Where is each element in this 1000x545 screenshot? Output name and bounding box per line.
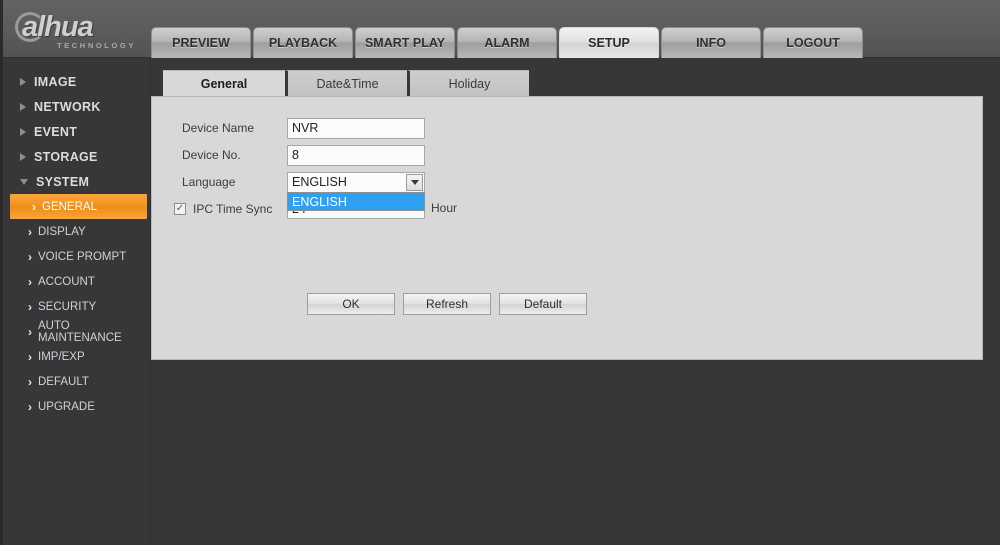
ipc-time-sync-row: ✓ IPC Time Sync	[174, 198, 272, 220]
nav-tab-setup[interactable]: SETUP	[559, 27, 659, 58]
header-bar: alhua TECHNOLOGY PREVIEW PLAYBACK SMART …	[3, 0, 1000, 58]
sidebar-item-general[interactable]: › GENERAL	[10, 194, 147, 219]
dahua-logo: alhua TECHNOLOGY	[15, 10, 147, 50]
language-select-value: ENGLISH	[292, 175, 347, 189]
sidebar-group-label: SYSTEM	[36, 174, 90, 189]
triangle-right-icon	[20, 152, 26, 161]
tab-holiday[interactable]: Holiday	[407, 70, 529, 97]
tab-date-time[interactable]: Date&Time	[285, 70, 407, 97]
language-dropdown-list[interactable]: ENGLISH	[287, 192, 425, 211]
chevron-right-icon: ›	[32, 199, 36, 214]
triangle-right-icon	[20, 127, 26, 136]
sidebar-item-label: VOICE PROMPT	[38, 250, 127, 263]
chevron-right-icon: ›	[28, 299, 32, 314]
sidebar-group-system[interactable]: SYSTEM	[6, 169, 150, 194]
nav-tab-logout[interactable]: LOGOUT	[763, 27, 863, 58]
sidebar-group-image[interactable]: IMAGE	[6, 69, 150, 94]
sidebar-item-label: GENERAL	[42, 200, 97, 213]
default-button[interactable]: Default	[499, 293, 587, 315]
chevron-right-icon: ›	[28, 249, 32, 264]
ipc-time-sync-label: IPC Time Sync	[193, 202, 273, 216]
sidebar-item-default[interactable]: › DEFAULT	[6, 369, 150, 394]
ipc-time-sync-checkbox-wrap[interactable]: ✓ IPC Time Sync	[174, 202, 272, 216]
device-no-input[interactable]	[287, 144, 425, 166]
sidebar-item-label: IMP/EXP	[38, 350, 85, 363]
dropdown-option-english[interactable]: ENGLISH	[288, 193, 424, 210]
nav-tab-smart-play[interactable]: SMART PLAY	[355, 27, 455, 58]
sidebar-item-label: DEFAULT	[38, 375, 89, 388]
settings-tabs: General Date&Time Holiday	[163, 70, 529, 97]
sidebar-item-display[interactable]: › DISPLAY	[6, 219, 150, 244]
device-name-input[interactable]	[287, 117, 425, 139]
logo-wordmark: alhua	[22, 11, 94, 43]
sidebar-item-voice-prompt[interactable]: › VOICE PROMPT	[6, 244, 150, 269]
nav-tab-alarm[interactable]: ALARM	[457, 27, 557, 58]
triangle-right-icon	[20, 77, 26, 86]
sidebar-item-account[interactable]: › ACCOUNT	[6, 269, 150, 294]
sidebar-group-event[interactable]: EVENT	[6, 119, 150, 144]
triangle-right-icon	[20, 102, 26, 111]
triangle-down-icon	[20, 178, 28, 185]
language-row: Language ENGLISH	[182, 171, 425, 193]
chevron-right-icon: ›	[28, 349, 32, 364]
sidebar-item-label: ACCOUNT	[38, 275, 95, 288]
ok-button[interactable]: OK	[307, 293, 395, 315]
device-no-row: Device No.	[182, 144, 425, 166]
action-buttons: OK Refresh Default	[307, 293, 595, 315]
main-navigation: PREVIEW PLAYBACK SMART PLAY ALARM SETUP …	[151, 27, 865, 58]
chevron-right-icon: ›	[28, 399, 32, 414]
nav-tab-info[interactable]: INFO	[661, 27, 761, 58]
tab-general[interactable]: General	[163, 70, 285, 97]
nav-tab-preview[interactable]: PREVIEW	[151, 27, 251, 58]
chevron-right-icon: ›	[28, 224, 32, 239]
language-select[interactable]: ENGLISH	[287, 171, 425, 193]
chevron-right-icon: ›	[28, 374, 32, 389]
device-name-row: Device Name	[182, 117, 425, 139]
sidebar-item-security[interactable]: › SECURITY	[6, 294, 150, 319]
sidebar-item-auto-maintenance[interactable]: › AUTO MAINTENANCE	[6, 319, 150, 344]
sidebar-group-label: IMAGE	[34, 74, 77, 89]
sidebar: IMAGE NETWORK EVENT STORAGE SYSTEM › GEN…	[6, 58, 151, 545]
sidebar-item-label: AUTO MAINTENANCE	[38, 319, 122, 344]
sidebar-group-label: NETWORK	[34, 99, 101, 114]
chevron-down-icon[interactable]	[406, 173, 423, 191]
refresh-button[interactable]: Refresh	[403, 293, 491, 315]
hour-label: Hour	[431, 201, 458, 215]
content-area: General Date&Time Holiday Device Name De…	[151, 58, 1000, 545]
general-settings-panel: Device Name Device No. Language ENGLISH …	[151, 96, 983, 360]
sidebar-group-storage[interactable]: STORAGE	[6, 144, 150, 169]
device-no-label: Device No.	[182, 148, 241, 162]
logo-tagline: TECHNOLOGY	[57, 41, 136, 50]
sidebar-item-imp-exp[interactable]: › IMP/EXP	[6, 344, 150, 369]
sidebar-item-label: DISPLAY	[38, 225, 86, 238]
device-name-label: Device Name	[182, 121, 255, 135]
sidebar-group-label: EVENT	[34, 124, 78, 139]
chevron-right-icon: ›	[28, 274, 32, 289]
nav-tab-playback[interactable]: PLAYBACK	[253, 27, 353, 58]
sidebar-group-label: STORAGE	[34, 149, 98, 164]
checkbox-checked-icon[interactable]: ✓	[174, 203, 186, 215]
sidebar-item-label: SECURITY	[38, 300, 97, 313]
sidebar-group-network[interactable]: NETWORK	[6, 94, 150, 119]
chevron-right-icon: ›	[28, 324, 32, 339]
language-label: Language	[182, 175, 236, 189]
sidebar-item-upgrade[interactable]: › UPGRADE	[6, 394, 150, 419]
sidebar-item-label: UPGRADE	[38, 400, 95, 413]
app-window: alhua TECHNOLOGY PREVIEW PLAYBACK SMART …	[0, 0, 1000, 545]
